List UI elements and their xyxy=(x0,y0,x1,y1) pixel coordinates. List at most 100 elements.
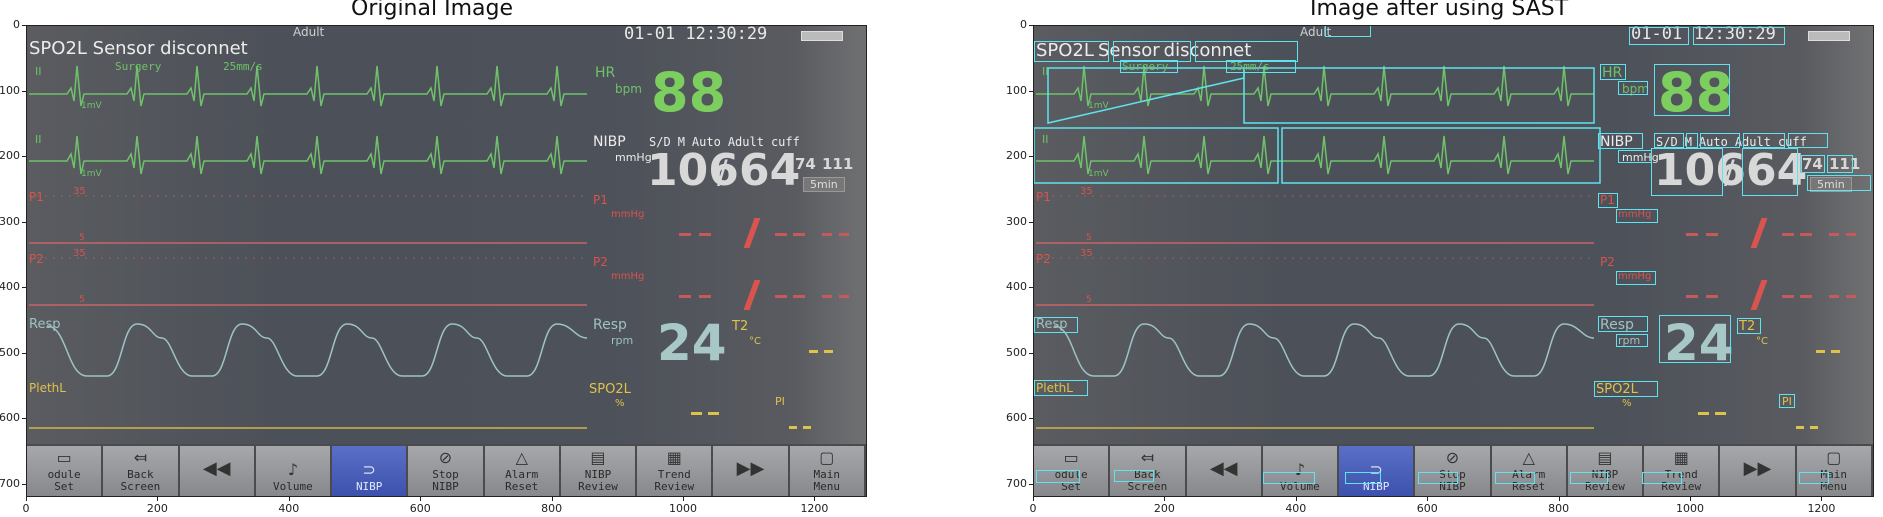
sast-result-axes: Adult 01-01 12:30:29 SPO2L Sensor discon… xyxy=(1033,25,1874,497)
detection-box xyxy=(1594,381,1658,397)
stop-icon: ⊘ xyxy=(1445,448,1460,467)
mode-label: Adult xyxy=(293,26,325,39)
trend-icon: ▦ xyxy=(666,448,682,467)
detection-box xyxy=(1345,472,1381,484)
p2-dash xyxy=(1829,295,1839,298)
fast-forward-icon: ▶▶ xyxy=(1743,458,1772,479)
volume-button[interactable]: ♪ Volume xyxy=(1262,444,1340,496)
p2-dash xyxy=(1686,295,1698,298)
previous-page-button[interactable]: ◀◀ xyxy=(1186,444,1263,496)
x-tick-label: 0 xyxy=(1029,502,1037,515)
ecg-lead-label-2: II xyxy=(35,133,42,146)
t2-unit: °C xyxy=(1756,336,1768,347)
waveform-layer xyxy=(29,65,588,429)
original-image-axes: Adult 01-01 12:30:29 SPO2L Sensor discon… xyxy=(26,25,867,497)
detection-box-ecg1-left xyxy=(1047,67,1245,124)
detection-box xyxy=(1686,133,1698,148)
next-page-button[interactable]: ▶▶ xyxy=(1720,444,1797,496)
y-tick-mark xyxy=(22,483,26,485)
alarm-message: SPO2L Sensor disconnet xyxy=(29,38,248,59)
detection-box xyxy=(1418,472,1458,484)
p2-wave-label: P2 xyxy=(1036,252,1051,266)
y-tick-label: 0 xyxy=(1020,18,1027,31)
alarm-icon: △ xyxy=(515,448,528,467)
pi-dash xyxy=(1810,426,1818,429)
ecg-mode-label: Surgery xyxy=(115,60,162,73)
p1-label: P1 xyxy=(593,193,608,207)
spo2-dash xyxy=(1698,412,1709,415)
trend-icon: ▦ xyxy=(1673,448,1689,467)
main-menu-button[interactable]: ▢ Main Menu xyxy=(1796,444,1873,496)
alarm-reset-button[interactable]: △ Alarm Reset xyxy=(1491,444,1568,496)
x-tick-label: 800 xyxy=(541,502,563,515)
ecg-scale-label-2: 1mV xyxy=(81,169,102,179)
detection-box xyxy=(1801,155,1825,173)
back-arrow-icon: ⤆ xyxy=(1140,448,1155,467)
cuff-icon: ⊃ xyxy=(362,460,376,479)
x-tick-mark xyxy=(1164,497,1166,501)
previous-page-button[interactable]: ◀◀ xyxy=(179,444,256,496)
y-tick-mark xyxy=(1029,287,1033,289)
y-tick-mark xyxy=(22,418,26,420)
x-tick-mark xyxy=(814,497,816,501)
hr-label: HR xyxy=(595,65,616,81)
hr-value: 88 xyxy=(651,61,727,124)
p1-dash xyxy=(1800,233,1812,236)
main-menu-button[interactable]: ▢ Main Menu xyxy=(789,444,866,496)
spo2-label: SPO2L xyxy=(589,382,631,397)
detection-box xyxy=(1263,472,1315,484)
ecg-speed-label: 25mm/s xyxy=(223,60,263,73)
y-tick-mark xyxy=(22,156,26,158)
y-tick-label: 600 xyxy=(0,411,20,425)
detection-box xyxy=(1114,470,1154,482)
monitor-screen: Adult 01-01 12:30:29 SPO2L Sensor discon… xyxy=(27,26,866,496)
y-tick-label: 700 xyxy=(1006,476,1027,490)
y-tick-label: 600 xyxy=(1006,411,1027,425)
alarm-reset-button[interactable]: △ Alarm Reset xyxy=(484,444,561,496)
y-tick-label: 500 xyxy=(1006,345,1027,359)
detection-box xyxy=(1495,472,1535,484)
detection-box xyxy=(1642,472,1682,484)
resp-unit: rpm xyxy=(611,334,634,347)
p1-dash xyxy=(822,233,832,236)
ecg-scale-label: 1mV xyxy=(1088,101,1109,111)
stop-nibp-button[interactable]: ⊘ Stop NIBP xyxy=(1415,444,1492,496)
nibp-mean: 74 xyxy=(795,155,816,173)
monitor-screen: Adult 01-01 12:30:29 SPO2L Sensor discon… xyxy=(1034,26,1873,496)
nibp-separator: / xyxy=(1724,153,1735,191)
p1-scale-base: 5 xyxy=(1086,233,1092,243)
y-tick-mark xyxy=(22,221,26,223)
detection-box xyxy=(1827,155,1853,173)
button-label: Set xyxy=(54,480,75,493)
battery-icon xyxy=(1808,31,1850,41)
back-screen-button[interactable]: ⤆ Back Screen xyxy=(103,444,180,496)
p1-unit: mmHg xyxy=(611,209,645,220)
trend-review-button[interactable]: ▦ Trend Review xyxy=(637,444,714,496)
nibp-extra: 111 xyxy=(822,155,854,173)
detection-box xyxy=(1654,64,1730,116)
battery-icon xyxy=(801,31,843,41)
spo2-dash xyxy=(691,412,702,415)
p2-dash xyxy=(1800,295,1812,298)
nibp-button[interactable]: ⊃ NIBP xyxy=(332,444,409,496)
volume-button[interactable]: ♪ Volume xyxy=(255,444,333,496)
t2-dash xyxy=(1816,350,1825,353)
p2-dash xyxy=(793,295,805,298)
detection-box xyxy=(1799,472,1829,484)
x-tick-mark xyxy=(551,497,553,501)
y-tick-label: 500 xyxy=(0,345,20,359)
trend-review-button[interactable]: ▦ Trend Review xyxy=(1644,444,1721,496)
module-set-button[interactable]: ▭ odule Set xyxy=(27,444,104,496)
nibp-review-button[interactable]: ▤ NIBP Review xyxy=(560,444,638,496)
stop-nibp-button[interactable]: ⊘ Stop NIBP xyxy=(408,444,485,496)
nibp-button[interactable]: ⊃ NIBP xyxy=(1339,444,1416,496)
nibp-review-button[interactable]: ▤ NIBP Review xyxy=(1567,444,1645,496)
y-tick-label: 200 xyxy=(1006,149,1027,163)
p1-wave-label: P1 xyxy=(29,190,44,204)
x-tick-mark xyxy=(1427,497,1429,501)
ecg-lead-label: II xyxy=(35,65,42,78)
next-page-button[interactable]: ▶▶ xyxy=(713,444,790,496)
ecg-lead-label-2: II xyxy=(1042,133,1049,146)
detection-box xyxy=(1629,27,1689,45)
alarm-icon: △ xyxy=(1522,448,1535,467)
